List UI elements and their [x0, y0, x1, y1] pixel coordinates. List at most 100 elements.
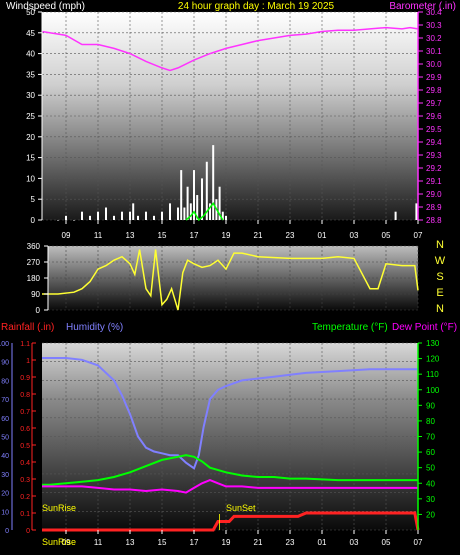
compass-axis: NWSEN	[435, 239, 446, 315]
barometer-axis: 28.8 28.9 29.0 29.1 29.2 29.3 29.4 29.5 29.6 29.7…	[417, 8, 442, 225]
direction-tick-label: 360	[27, 242, 41, 251]
barometer-tick-label: 28.8	[426, 216, 442, 225]
windspeed-bar	[189, 203, 192, 220]
humidity-tick-label: 80	[1, 378, 9, 385]
compass-label: E	[436, 287, 443, 299]
temperature-tick-label: 90	[426, 401, 435, 410]
windspeed-tick-label: 35	[26, 70, 35, 79]
wind-time-label: 15	[158, 231, 167, 240]
windspeed-bar	[183, 207, 186, 220]
temperature-tick-label: 120	[426, 355, 440, 364]
temperature-tick-label: 70	[426, 433, 435, 442]
windspeed-tick-label: 30	[26, 91, 35, 100]
windspeed-tick-label: 40	[26, 50, 35, 59]
climate-time-label: 05	[382, 538, 391, 547]
rainfall-tick-label: 0.7	[20, 409, 30, 416]
direction-axis: 0 90 180 270 360	[27, 242, 49, 315]
humidity-tick-label: 100	[0, 341, 9, 348]
barometer-axis-title: Barometer (.in)	[389, 1, 456, 12]
windspeed-bar	[105, 207, 107, 220]
windspeed-bar	[121, 211, 123, 220]
barometer-tick-label: 29.7	[426, 99, 442, 108]
windspeed-bar	[81, 211, 83, 220]
windspeed-tick-label: 20	[26, 133, 35, 142]
windspeed-bar	[129, 211, 131, 220]
compass-label: N	[436, 239, 444, 251]
humidity-tick-label: 0	[5, 528, 9, 535]
windspeed-tick-label: 45	[26, 29, 35, 38]
rainfall-tick-label: 0.2	[20, 494, 30, 501]
sunrise-x-label: SunRise	[42, 537, 76, 547]
windspeed-bar	[89, 215, 91, 220]
wind-time-label: 21	[254, 231, 263, 240]
wind-time-label: 23	[286, 231, 295, 240]
direction-tick-label: 0	[36, 306, 41, 315]
windspeed-axis-title: Windspeed (mph)	[6, 1, 85, 12]
humidity-tick-label: 90	[1, 360, 9, 367]
temperature-axis: 20 30 40 50 60 70 80 90 100 110 120 130	[417, 339, 440, 530]
windspeed-bar	[212, 145, 215, 220]
barometer-tick-label: 30.1	[426, 47, 442, 56]
barometer-tick-label: 29.8	[426, 86, 442, 95]
climate-time-label: 13	[126, 538, 135, 547]
windspeed-bar	[65, 215, 67, 220]
rainfall-tick-label: 1	[26, 358, 30, 365]
humidity-tick-label: 40	[1, 453, 9, 460]
sunrise-annotation: SunRise	[42, 503, 76, 513]
humidity-tick-label: 30	[1, 472, 9, 479]
barometer-tick-label: 30.3	[426, 21, 442, 30]
climate-time-label: 23	[286, 538, 295, 547]
windspeed-bar	[180, 170, 183, 220]
temperature-tick-label: 100	[426, 386, 440, 395]
windspeed-bar	[394, 211, 397, 220]
rainfall-axis: 0 0.1 0.2 0.3 0.4 0.5 0.6 0.7 0.8 0.9 1 1.1	[20, 341, 36, 535]
barometer-tick-label: 29.0	[426, 190, 442, 199]
wind-time-label: 03	[350, 231, 359, 240]
windspeed-bar	[132, 203, 135, 220]
rainfall-tick-label: 1.1	[20, 341, 30, 348]
direction-tick-label: 90	[31, 290, 40, 299]
compass-label: N	[436, 303, 444, 315]
wind-time-axis: 09 11 13 15 17 19 21 23 01 03 05 07	[62, 220, 423, 240]
rainfall-tick-label: 0.5	[20, 443, 30, 450]
windspeed-bar	[415, 203, 418, 220]
climate-time-label: 17	[190, 538, 199, 547]
wind-time-label: 11	[94, 231, 103, 240]
humidity-axis-title: Humidity (%)	[66, 322, 123, 333]
temperature-tick-label: 30	[426, 495, 435, 504]
windspeed-bar	[169, 203, 171, 220]
wind-time-label: 09	[62, 231, 71, 240]
barometer-tick-label: 28.9	[426, 203, 442, 212]
climate-time-label: 07	[414, 538, 423, 547]
windspeed-bar	[145, 211, 147, 220]
rainfall-tick-label: 0.4	[20, 460, 30, 467]
climate-time-label: 01	[318, 538, 327, 547]
weather-graph-page: 0 5 10 15 20 25 30 35 40 45 50 28.8 28.9 29.0 29.1 29.…	[0, 0, 460, 555]
rainfall-tick-label: 0.1	[20, 511, 30, 518]
barometer-tick-label: 30.0	[426, 60, 442, 69]
windspeed-tick-label: 5	[31, 195, 36, 204]
barometer-tick-label: 29.5	[426, 125, 442, 134]
barometer-tick-label: 29.6	[426, 112, 442, 121]
windspeed-tick-label: 10	[26, 174, 35, 183]
wind-time-label: 01	[318, 231, 327, 240]
wind-time-label: 07	[414, 231, 423, 240]
humidity-tick-label: 70	[1, 397, 9, 404]
humidity-tick-label: 20	[1, 491, 9, 498]
rainfall-axis-title: Rainfall (.in)	[1, 322, 54, 333]
humidity-tick-label: 50	[1, 435, 9, 442]
rainfall-tick-label: 0	[26, 528, 30, 535]
windspeed-bar	[201, 178, 203, 220]
temperature-axis-title: Temperature (°F)	[312, 322, 388, 333]
windspeed-tick-label: 25	[26, 112, 35, 121]
climate-time-label: 11	[94, 538, 103, 547]
direction-tick-label: 180	[27, 274, 41, 283]
windspeed-bar	[161, 211, 163, 220]
temperature-tick-label: 20	[426, 510, 435, 519]
barometer-tick-label: 29.9	[426, 73, 442, 82]
barometer-tick-label: 29.1	[426, 177, 442, 186]
rainfall-tick-label: 0.9	[20, 375, 30, 382]
rainfall-tick-label: 0.6	[20, 426, 30, 433]
wind-time-label: 13	[126, 231, 135, 240]
rainfall-tick-label: 0.8	[20, 392, 30, 399]
